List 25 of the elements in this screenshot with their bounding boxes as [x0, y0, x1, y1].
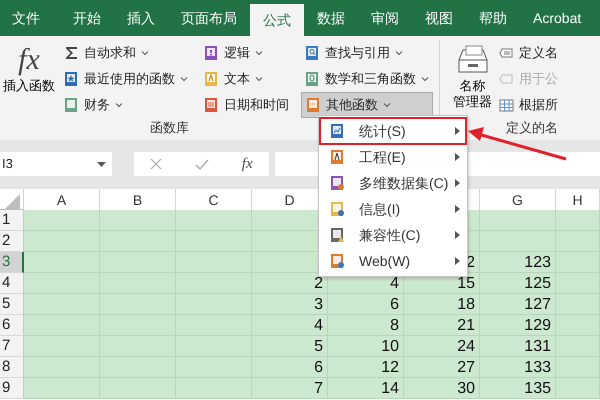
table-cell: 6 — [328, 294, 404, 315]
table-cell: 135 — [480, 378, 556, 399]
table-cell: 10 — [328, 336, 404, 357]
table-cell: 3 — [252, 294, 328, 315]
table-cell: 131 — [480, 336, 556, 357]
table-cell: 133 — [480, 357, 556, 378]
table-cell: 12 — [328, 357, 404, 378]
table-cell: 123 — [480, 252, 556, 273]
group-label: 函数库 — [150, 119, 189, 137]
table-cell: 129 — [480, 315, 556, 336]
table-cell: 18 — [404, 294, 480, 315]
table-cell: 30 — [404, 378, 480, 399]
table-cell: 5 — [252, 336, 328, 357]
table-cell: 21 — [404, 315, 480, 336]
table-cell: 14 — [328, 378, 404, 399]
table-cell: 2 — [252, 273, 328, 294]
table-cell: 8 — [328, 315, 404, 336]
table-cell: 127 — [480, 294, 556, 315]
table-cell: 6 — [252, 357, 328, 378]
table-cell: 125 — [480, 273, 556, 294]
table-cell: 27 — [404, 357, 480, 378]
table-cell: 4 — [252, 315, 328, 336]
table-cell: 24 — [404, 336, 480, 357]
table-cell: 7 — [252, 378, 328, 399]
group-label: 定义的名 — [506, 119, 558, 137]
